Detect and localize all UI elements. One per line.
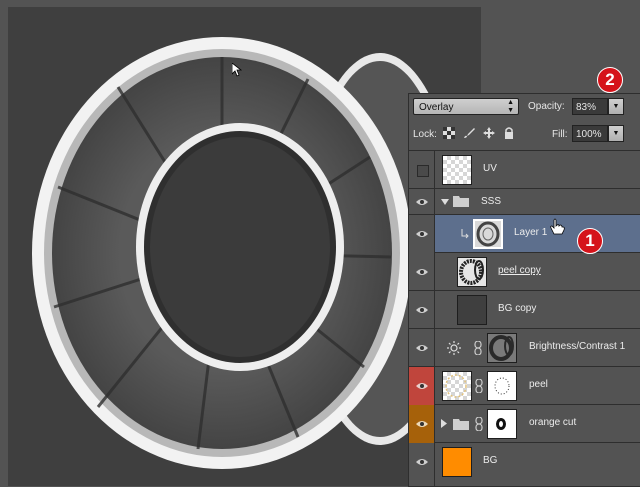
layer-row-uv[interactable]: UV [409, 151, 640, 189]
blend-mode-select[interactable]: Overlay ▲ ▼ [413, 98, 519, 115]
layer-thumbnail [457, 295, 487, 325]
fill-label: Fill: [552, 129, 568, 140]
layer-row-bg-copy[interactable]: BG copy [409, 291, 640, 329]
layer-name: UV [483, 163, 497, 174]
layer-name: peel copy [498, 265, 541, 276]
eye-icon[interactable] [416, 198, 428, 206]
annotation-badge-2: 2 [597, 67, 623, 93]
expand-triangle-icon[interactable] [441, 199, 449, 205]
layer-name: Brightness/Contrast 1 [529, 341, 626, 352]
visibility-toggle[interactable] [409, 215, 435, 253]
lock-options [443, 126, 515, 139]
eye-icon[interactable] [416, 306, 428, 314]
layer-row-peel[interactable]: peel [409, 367, 640, 405]
cursor-arrow-icon [232, 63, 242, 77]
annotation-badge-1: 1 [577, 228, 603, 254]
layers-panel-header: Overlay ▲ ▼ Opacity: 83% ▼ Lock: Fill: 10… [409, 94, 640, 151]
collapse-triangle-icon[interactable] [441, 419, 447, 428]
visibility-toggle[interactable] [409, 329, 435, 367]
eye-icon[interactable] [416, 458, 428, 466]
layer-name: SSS [481, 196, 502, 207]
layer-row-bg[interactable]: BG [409, 443, 640, 487]
opacity-label: Opacity: [528, 101, 565, 112]
layer-name: peel [529, 379, 548, 390]
visibility-toggle[interactable] [409, 405, 435, 443]
layer-name: BG [483, 455, 498, 466]
chain-link-icon[interactable] [475, 417, 483, 431]
eye-icon[interactable] [416, 344, 428, 352]
layer-row-orange-cut[interactable]: orange cut [409, 405, 640, 443]
layer-thumbnail [473, 219, 503, 249]
visibility-toggle[interactable] [409, 367, 435, 405]
layer-thumbnail [457, 257, 487, 287]
opacity-input[interactable]: 83% [572, 98, 608, 115]
layer-mask-thumbnail [487, 371, 517, 401]
layer-row-layer-1[interactable]: Layer 1 [409, 215, 640, 253]
brightness-adjustment-icon [447, 341, 461, 355]
visibility-toggle[interactable] [409, 189, 435, 215]
layer-thumbnail [442, 371, 472, 401]
select-arrows-icon: ▲ ▼ [507, 99, 514, 114]
folder-icon [453, 419, 469, 430]
lock-label: Lock: [413, 129, 437, 140]
clipping-mask-arrow-icon [461, 229, 469, 239]
lock-image-pixels-icon[interactable] [463, 126, 475, 138]
layer-name: Layer 1 [514, 227, 548, 238]
lock-all-icon[interactable] [503, 126, 515, 139]
hand-cursor-icon [550, 218, 565, 235]
opacity-dropdown-button[interactable]: ▼ [608, 98, 624, 115]
layer-row-brightness-contrast[interactable]: Brightness/Contrast 1 [409, 329, 640, 367]
visibility-toggle[interactable] [409, 443, 435, 487]
eye-icon[interactable] [416, 230, 428, 238]
fill-dropdown-button[interactable]: ▼ [608, 125, 624, 142]
layer-row-peel-copy[interactable]: peel copy [409, 253, 640, 291]
layer-row-sss-group[interactable]: SSS [409, 189, 640, 215]
layer-name: BG copy [498, 303, 537, 314]
layers-panel: Overlay ▲ ▼ Opacity: 83% ▼ Lock: Fill: 10… [408, 93, 640, 487]
layer-name: orange cut [529, 417, 577, 428]
eye-icon[interactable] [416, 268, 428, 276]
visibility-toggle[interactable] [409, 291, 435, 329]
eye-icon[interactable] [416, 382, 428, 390]
lock-position-icon[interactable] [483, 126, 495, 139]
lock-transparent-pixels-icon[interactable] [443, 126, 455, 139]
chain-link-icon[interactable] [475, 379, 483, 393]
layer-mask-thumbnail [487, 333, 517, 363]
blend-mode-value: Overlay [419, 102, 454, 113]
chain-link-icon[interactable] [474, 341, 482, 355]
eye-icon[interactable] [416, 420, 428, 428]
fill-input[interactable]: 100% [572, 125, 608, 142]
layer-mask-thumbnail [487, 409, 517, 439]
hidden-visibility-box[interactable] [417, 165, 429, 177]
layer-thumbnail [442, 447, 472, 477]
visibility-toggle[interactable] [409, 151, 435, 189]
visibility-toggle[interactable] [409, 253, 435, 291]
folder-icon [453, 196, 469, 207]
layer-thumbnail [442, 155, 472, 185]
